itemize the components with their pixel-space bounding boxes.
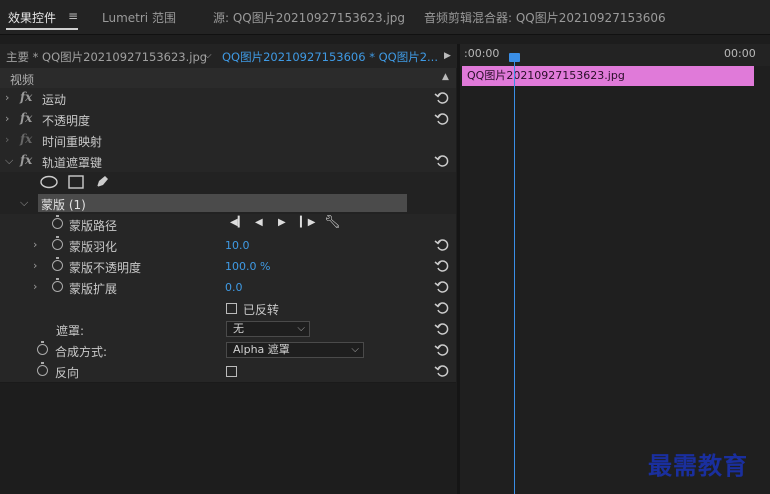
end-timecode: 00:00 — [724, 47, 756, 60]
fx-icon[interactable]: fx — [20, 132, 32, 146]
matte-label: 遮罩: — [56, 324, 85, 338]
stopwatch-icon[interactable] — [52, 236, 63, 250]
composite-dropdown[interactable]: Alpha 遮罩 ⌵ — [226, 342, 364, 358]
composite-value: Alpha 遮罩 — [233, 343, 290, 356]
watermark: 最需教育 — [648, 452, 748, 480]
reset-icon[interactable] — [434, 153, 450, 169]
effect-row-opacity[interactable]: › fx 不透明度 — [0, 109, 456, 131]
tab-lumetri-scopes[interactable]: Lumetri 范围 — [102, 9, 176, 26]
fx-icon[interactable]: fx — [20, 111, 32, 125]
playhead-line[interactable] — [514, 60, 515, 494]
chevron-down-icon[interactable]: ⌵ — [5, 154, 13, 168]
reverse-label: 反向 — [55, 366, 80, 380]
stopwatch-icon[interactable] — [52, 215, 63, 229]
chevron-right-icon[interactable]: › — [5, 112, 9, 125]
chevron-right-icon[interactable]: › — [33, 280, 37, 293]
mask-inverted-row: 已反转 — [0, 298, 456, 320]
track-backward-icon[interactable]: ◀▎ — [230, 217, 245, 228]
chevron-down-icon: ⌵ — [351, 344, 359, 355]
stopwatch-icon[interactable] — [52, 278, 63, 292]
playhead-handle[interactable] — [509, 53, 520, 62]
mask-row: ⌵ 蒙版 (1) — [0, 193, 456, 215]
reset-icon[interactable] — [434, 300, 450, 316]
tab-source[interactable]: 源: QQ图片20210927153623.jpg — [213, 9, 405, 26]
stopwatch-icon[interactable] — [37, 362, 48, 376]
reset-icon[interactable] — [434, 90, 450, 106]
chevron-down-icon[interactable]: ⌵ — [204, 50, 212, 61]
mask-feather-label: 蒙版羽化 — [69, 240, 118, 254]
time-ruler[interactable]: :00:00 00:00 — [460, 44, 770, 66]
timeline-clip[interactable]: QQ图片20210927153623.jpg — [462, 66, 754, 86]
fx-icon[interactable]: fx — [20, 90, 32, 104]
source-bar: 主要 * QQ图片20210927153623.jpg ⌵ QQ图片202109… — [0, 44, 460, 68]
track-forward-icon[interactable]: ▎▶ — [300, 217, 315, 228]
collapse-up-icon[interactable]: ▲ — [442, 72, 449, 82]
stopwatch-icon[interactable] — [37, 341, 48, 355]
effect-name: 时间重映射 — [42, 135, 103, 149]
play-icon[interactable]: ▶ — [444, 51, 451, 61]
chevron-right-icon[interactable]: › — [5, 133, 9, 146]
mask-expansion-label: 蒙版扩展 — [69, 282, 118, 296]
mask-feather-row: › 蒙版羽化 10.0 — [0, 235, 456, 257]
chevron-right-icon[interactable]: › — [33, 259, 37, 272]
composite-row: 合成方式: Alpha 遮罩 ⌵ — [0, 340, 456, 362]
mask-path-row: 蒙版路径 ◀▎ ◀ ▶ ▎▶ 🔧︎ — [0, 214, 456, 236]
inverted-checkbox[interactable] — [226, 303, 237, 314]
mask-opacity-row: › 蒙版不透明度 100.0 % — [0, 256, 456, 278]
mask-opacity-label: 蒙版不透明度 — [69, 261, 142, 275]
mask-tools-row — [0, 172, 456, 194]
video-section-header: 视频 ▲ — [0, 68, 456, 90]
start-timecode: :00:00 — [464, 47, 500, 60]
active-tab-underline — [6, 28, 78, 30]
tab-effect-controls[interactable]: 效果控件 — [8, 9, 56, 26]
mask-opacity-value[interactable]: 100.0 % — [225, 260, 270, 273]
effect-name: 轨道遮罩键 — [42, 156, 103, 170]
stopwatch-icon[interactable] — [52, 257, 63, 271]
matte-row: 遮罩: 无 ⌵ — [0, 319, 456, 341]
mask-expansion-value[interactable]: 0.0 — [225, 281, 243, 294]
mask-feather-value[interactable]: 10.0 — [225, 239, 250, 252]
composite-label: 合成方式: — [55, 345, 108, 359]
rectangle-mask-icon[interactable] — [68, 175, 84, 189]
effect-row-motion[interactable]: › fx 运动 — [0, 88, 456, 110]
effect-row-track-matte-key[interactable]: ⌵ fx 轨道遮罩键 — [0, 151, 456, 173]
chevron-down-icon: ⌵ — [297, 323, 305, 334]
master-clip-label[interactable]: 主要 * QQ图片20210927153623.jpg — [6, 49, 207, 65]
section-label: 视频 — [10, 73, 35, 87]
reset-icon[interactable] — [434, 321, 450, 337]
reset-icon[interactable] — [434, 237, 450, 253]
track-backward-one-icon[interactable]: ◀ — [255, 217, 263, 228]
reverse-checkbox[interactable] — [226, 366, 237, 377]
hamburger-icon[interactable]: ≡ — [68, 9, 78, 23]
track-forward-one-icon[interactable]: ▶ — [278, 217, 286, 228]
mini-timeline-panel — [460, 44, 770, 494]
reset-icon[interactable] — [434, 279, 450, 295]
chevron-right-icon[interactable]: › — [33, 238, 37, 251]
matte-dropdown[interactable]: 无 ⌵ — [226, 321, 310, 337]
effect-row-time-remap[interactable]: › fx 时间重映射 — [0, 130, 456, 152]
reset-icon[interactable] — [434, 342, 450, 358]
wrench-icon[interactable]: 🔧︎ — [324, 215, 341, 230]
clip-label: QQ图片20210927153623.jpg — [467, 69, 625, 82]
chevron-right-icon[interactable]: › — [5, 91, 9, 104]
fx-icon[interactable]: fx — [20, 153, 32, 167]
effect-name: 运动 — [42, 93, 67, 107]
inverted-label: 已反转 — [243, 303, 280, 317]
panel-tab-bar: 效果控件 ≡ Lumetri 范围 源: QQ图片20210927153623.… — [0, 0, 770, 35]
ellipse-mask-icon[interactable] — [40, 175, 58, 189]
chevron-down-icon[interactable]: ⌵ — [20, 196, 28, 210]
tab-audio-clip-mixer[interactable]: 音频剪辑混合器: QQ图片20210927153606 — [424, 9, 666, 26]
mask-label: 蒙版 (1) — [41, 198, 86, 212]
reverse-row: 反向 — [0, 361, 456, 383]
mask-expansion-row: › 蒙版扩展 0.0 — [0, 277, 456, 299]
matte-value: 无 — [233, 322, 244, 335]
mask-path-label: 蒙版路径 — [69, 219, 118, 233]
sequence-clip-label[interactable]: QQ图片20210927153606 * QQ图片2... — [222, 49, 438, 65]
reset-icon[interactable] — [434, 111, 450, 127]
reset-icon[interactable] — [434, 363, 450, 379]
effect-name: 不透明度 — [42, 114, 91, 128]
mask-selection-highlight[interactable]: 蒙版 (1) — [38, 194, 407, 212]
reset-icon[interactable] — [434, 258, 450, 274]
pen-tool-icon[interactable] — [94, 174, 110, 190]
